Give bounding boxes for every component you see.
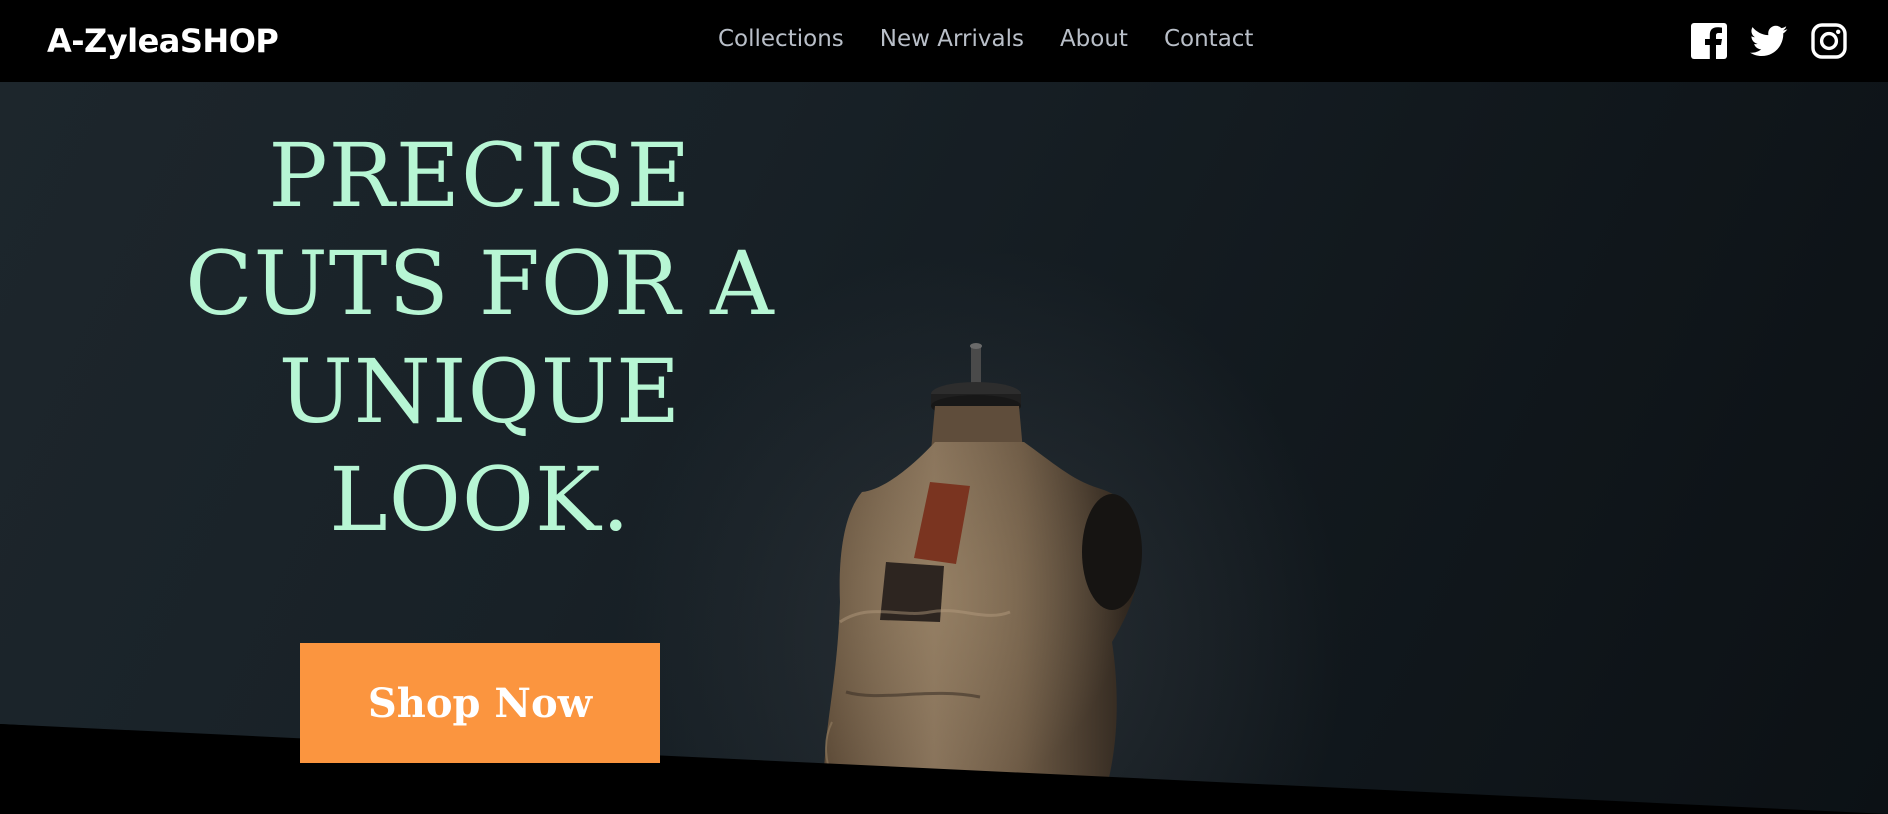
shop-now-button[interactable]: Shop Now — [300, 643, 660, 763]
facebook-icon[interactable] — [1690, 22, 1728, 60]
brand-logo-link[interactable]: A-ZyleaSHOP — [47, 22, 279, 60]
instagram-icon[interactable] — [1810, 22, 1848, 60]
headline-line: UNIQUE — [278, 340, 682, 443]
social-links — [1690, 22, 1848, 60]
twitter-icon[interactable] — [1750, 22, 1788, 60]
headline-line: LOOK. — [329, 448, 631, 551]
nav-link-new-arrivals[interactable]: New Arrivals — [880, 26, 1024, 52]
top-navbar: A-ZyleaSHOP Collections New Arrivals Abo… — [0, 0, 1888, 82]
hero-section: PRECISE CUTS FOR A UNIQUE LOOK. Shop Now — [0, 82, 1888, 814]
nav-link-about[interactable]: About — [1060, 26, 1128, 52]
hero-headline: PRECISE CUTS FOR A UNIQUE LOOK. — [130, 122, 830, 554]
headline-line: CUTS FOR A — [185, 232, 775, 335]
headline-line: PRECISE — [268, 124, 692, 227]
nav-link-contact[interactable]: Contact — [1164, 26, 1253, 52]
nav-link-collections[interactable]: Collections — [718, 26, 844, 52]
main-nav: Collections New Arrivals About Contact — [718, 26, 1253, 52]
